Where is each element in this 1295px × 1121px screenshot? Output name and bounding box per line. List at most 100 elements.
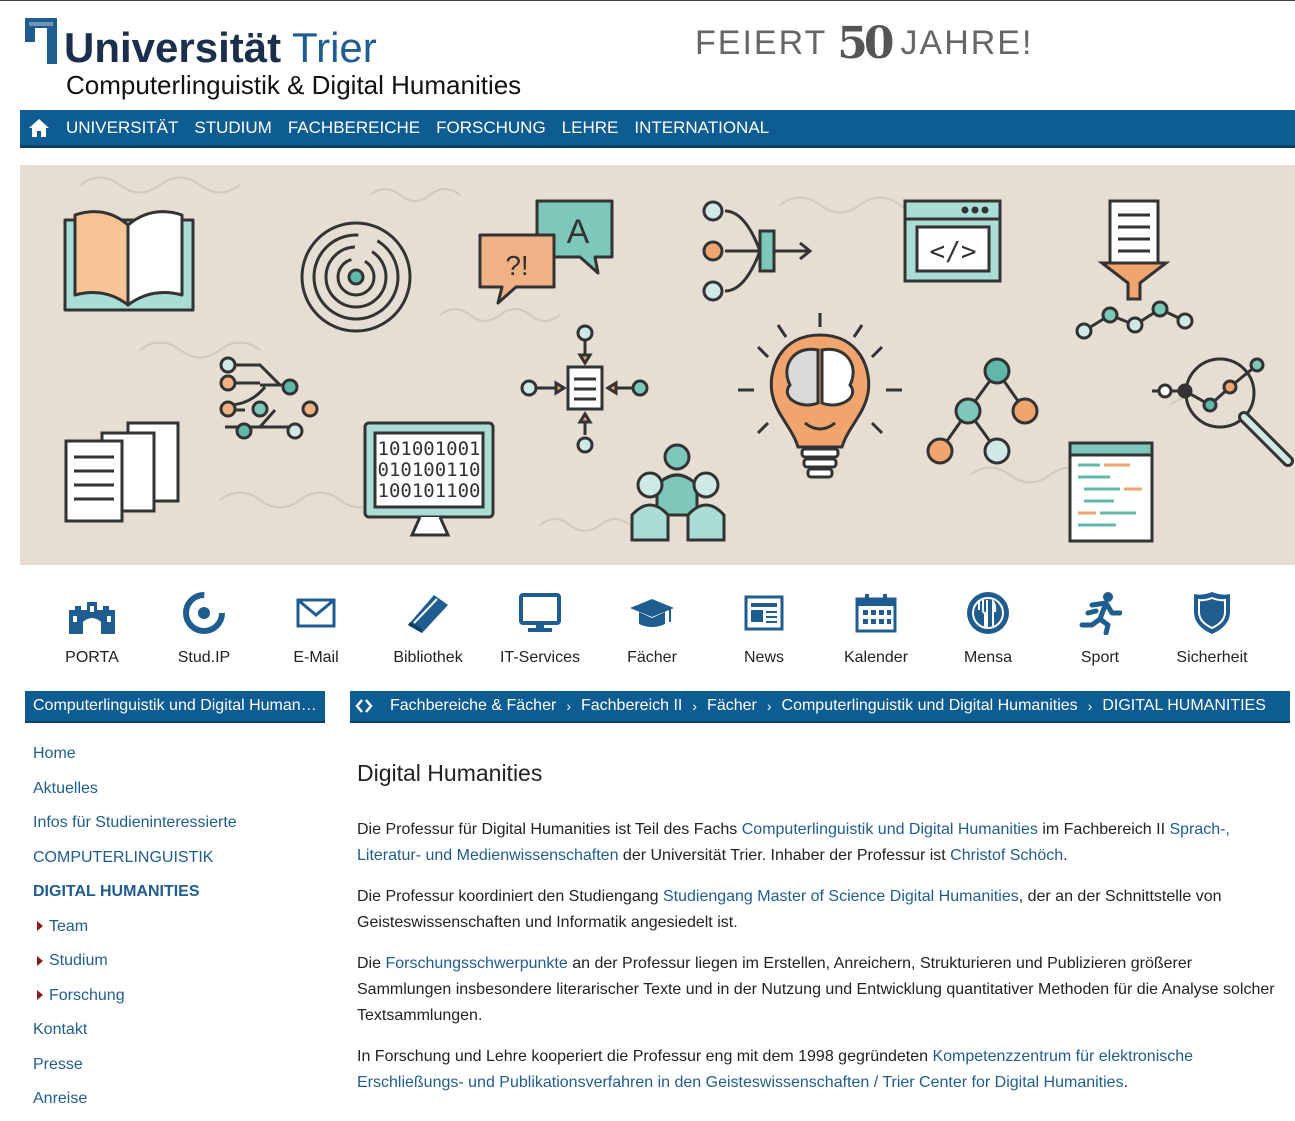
merge-flow-icon xyxy=(702,200,813,302)
quicklink-kalender[interactable]: Kalender xyxy=(820,585,932,667)
text: Die Professur für Digital Humanities ist… xyxy=(357,821,742,838)
shield-icon xyxy=(1184,585,1240,641)
quick-links: PORTA Stud.IP E-Mail Bibliothek IT-Servi… xyxy=(36,585,1268,667)
code-text: </> xyxy=(930,237,977,267)
quicklink-bibliothek[interactable]: Bibliothek xyxy=(372,585,484,667)
sidebar-heading[interactable]: Computerlinguistik und Digital Humanitie… xyxy=(25,691,325,723)
quicklink-studip[interactable]: Stud.IP xyxy=(148,585,260,667)
nav-studium[interactable]: STUDIUM xyxy=(186,118,279,138)
nav-fachbereiche[interactable]: FACHBEREICHE xyxy=(280,118,428,138)
header-banner-image: A ?! </> 101001001 010100110 100101100 xyxy=(20,165,1295,565)
quicklink-sicherheit[interactable]: Sicherheit xyxy=(1156,585,1268,667)
chevron-right-icon: › xyxy=(566,698,571,714)
quicklink-label: Sicherheit xyxy=(1176,649,1248,666)
text: . xyxy=(1123,1074,1129,1091)
triangle-right-icon xyxy=(37,921,43,932)
graduation-cap-icon xyxy=(624,585,680,641)
quicklink-label: News xyxy=(743,649,784,666)
nav-universitaet[interactable]: UNIVERSITÄT xyxy=(58,118,186,138)
binary-line-3: 100101100 xyxy=(378,480,481,502)
sidebar-item-forschung[interactable]: Forschung xyxy=(33,984,323,1019)
paragraph-3: Die Forschungsschwerpunkte an der Profes… xyxy=(357,951,1282,1029)
link-christof-schoech[interactable]: Christof Schöch xyxy=(950,847,1063,864)
sidebar-item-anreise[interactable]: Anreise xyxy=(33,1087,323,1121)
breadcrumb-toggle-icon[interactable] xyxy=(350,690,378,722)
logo-title[interactable]: Universität Trier xyxy=(64,24,377,72)
nav-forschung[interactable]: FORSCHUNG xyxy=(428,118,554,138)
jubilee-prefix: FEIERT xyxy=(695,24,828,62)
sidebar-item-presse[interactable]: Presse xyxy=(33,1053,323,1088)
quicklink-label: Fächer xyxy=(627,649,677,666)
site-subtitle[interactable]: Computerlinguistik & Digital Humanities xyxy=(66,70,521,101)
speech-bubbles-icon xyxy=(478,199,614,305)
tree-graph-icon xyxy=(926,357,1039,465)
quicklink-it-services[interactable]: IT-Services xyxy=(484,585,596,667)
logo-city: Trier xyxy=(292,24,377,71)
sidebar-item-aktuelles[interactable]: Aktuelles xyxy=(33,777,323,812)
university-logo-icon[interactable] xyxy=(25,18,57,64)
sidebar-item-label: Studium xyxy=(49,952,108,969)
quicklink-sport[interactable]: Sport xyxy=(1044,585,1156,667)
breadcrumb-item[interactable]: Computerlinguistik und Digital Humanitie… xyxy=(782,697,1078,715)
quicklink-label: Kalender xyxy=(843,649,909,666)
sidebar-item-label: Team xyxy=(49,917,89,935)
quicklink-faecher[interactable]: Fächer xyxy=(596,585,708,667)
breadcrumb: Fachbereiche & Fächer › Fachbereich II ›… xyxy=(350,691,1290,723)
sidebar-item-computerlinguistik[interactable]: COMPUTERLINGUISTIK xyxy=(33,846,323,881)
sidebar-item-infos[interactable]: Infos für Studieninteressierte xyxy=(33,811,323,846)
chevron-right-icon: › xyxy=(1087,698,1093,714)
main-content: Digital Humanities Die Professur für Dig… xyxy=(357,760,1282,1111)
binary-line-1: 101001001 xyxy=(378,438,481,460)
network-nodes-icon xyxy=(219,356,319,440)
quicklink-label: E-Mail xyxy=(293,649,339,666)
triangle-right-icon xyxy=(37,955,43,966)
top-border xyxy=(0,0,1295,1)
sidebar-item-kontakt[interactable]: Kontakt xyxy=(33,1018,323,1053)
speech-a-text: A xyxy=(567,213,590,251)
binary-line-2: 010100110 xyxy=(378,459,481,481)
quicklink-label: IT-Services xyxy=(499,649,580,666)
nav-lehre[interactable]: LEHRE xyxy=(554,118,627,138)
chevron-right-icon: › xyxy=(692,698,698,714)
jubilee-number: 50 xyxy=(837,18,894,69)
chevron-right-icon: › xyxy=(766,698,772,714)
text: In Forschung und Lehre kooperiert die Pr… xyxy=(357,1048,933,1065)
people-group-icon xyxy=(630,443,726,542)
home-icon[interactable] xyxy=(20,118,58,138)
jubilee-banner: FEIERT 50 JAHRE! xyxy=(695,18,1033,69)
text: . xyxy=(1063,847,1068,864)
quicklink-email[interactable]: E-Mail xyxy=(260,585,372,667)
quicklink-label: Sport xyxy=(1080,649,1120,666)
breadcrumb-item[interactable]: Fächer xyxy=(707,697,757,715)
quicklink-news[interactable]: News xyxy=(708,585,820,667)
main-navigation: UNIVERSITÄT STUDIUM FACHBEREICHE FORSCHU… xyxy=(20,110,1295,148)
cutlery-icon xyxy=(960,585,1016,641)
link-computerlinguistik[interactable]: Computerlinguistik und Digital Humanitie… xyxy=(742,821,1038,838)
breadcrumb-item[interactable]: Fachbereich II xyxy=(581,697,682,715)
nav-international[interactable]: INTERNATIONAL xyxy=(626,118,777,138)
monitor-icon xyxy=(512,585,568,641)
quicklink-label: Mensa xyxy=(963,649,1013,666)
stacked-documents-icon xyxy=(64,421,180,523)
sidebar-item-team[interactable]: Team xyxy=(33,915,323,950)
triangle-right-icon xyxy=(37,990,43,1001)
paragraph-1: Die Professur für Digital Humanities ist… xyxy=(357,817,1282,869)
quicklink-mensa[interactable]: Mensa xyxy=(932,585,1044,667)
text: im Fachbereich II xyxy=(1037,821,1170,838)
link-forschungsschwerpunkte[interactable]: Forschungsschwerpunkte xyxy=(385,955,567,972)
book-icon xyxy=(400,585,456,641)
building-icon xyxy=(64,585,120,641)
sidebar-item-home[interactable]: Home xyxy=(33,742,323,777)
link-master-dh[interactable]: Studiengang Master of Science Digital Hu… xyxy=(663,888,1019,905)
breadcrumb-current: DIGITAL HUMANITIES xyxy=(1102,697,1266,714)
breadcrumb-item[interactable]: Fachbereiche & Fächer xyxy=(390,697,556,715)
maze-icon xyxy=(300,221,412,333)
sidebar-item-digital-humanities[interactable]: DIGITAL HUMANITIES xyxy=(33,880,323,915)
sidebar-item-studium[interactable]: Studium xyxy=(33,949,323,984)
sidebar-item-label: Forschung xyxy=(49,986,125,1004)
newspaper-icon xyxy=(736,585,792,641)
text: Die Professur koordiniert den Studiengan… xyxy=(357,888,663,905)
banner-illustration: A ?! </> 101001001 010100110 100101100 xyxy=(63,176,1294,543)
quicklink-porta[interactable]: PORTA xyxy=(36,585,148,667)
mail-icon xyxy=(288,585,344,641)
